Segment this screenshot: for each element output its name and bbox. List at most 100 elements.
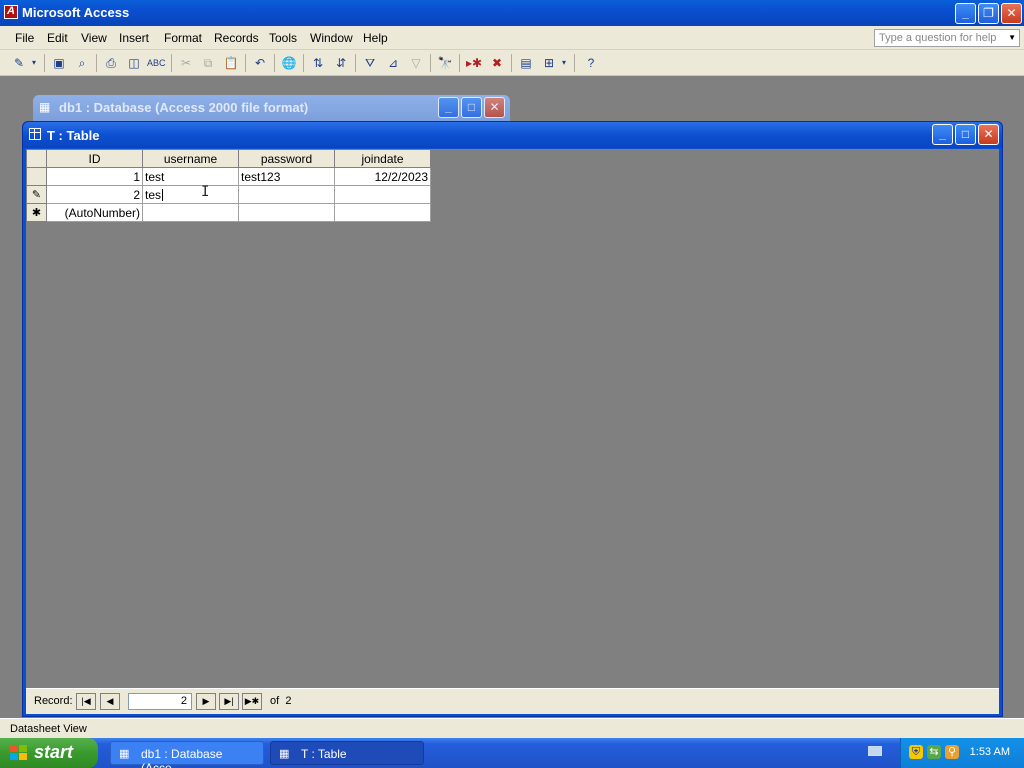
sort-ascending-icon[interactable]: ⇅ bbox=[309, 54, 327, 72]
select-all-corner[interactable] bbox=[26, 149, 47, 168]
sort-descending-icon[interactable]: ⇵ bbox=[332, 54, 350, 72]
insert-hyperlink-icon[interactable]: 🌐 bbox=[280, 54, 298, 72]
app-restore-button[interactable]: ❐ bbox=[978, 3, 999, 24]
print-preview-icon[interactable]: ◫ bbox=[125, 54, 143, 72]
copy-icon[interactable]: ⧉ bbox=[199, 54, 217, 72]
table-window-titlebar[interactable]: T : Table _ □ ✕ bbox=[23, 122, 1002, 148]
table-icon bbox=[29, 128, 41, 140]
db-maximize-button[interactable]: □ bbox=[461, 97, 482, 118]
filter-by-form-icon[interactable]: ⊿ bbox=[384, 54, 402, 72]
new-object-icon[interactable]: ⊞ bbox=[540, 54, 558, 72]
chevron-down-icon[interactable]: ▾ bbox=[30, 54, 38, 72]
joindate-cell[interactable]: 12/2/2023 bbox=[334, 167, 431, 186]
database-window-icon[interactable]: ▤ bbox=[517, 54, 535, 72]
next-record-button[interactable]: ▶ bbox=[196, 693, 216, 710]
record-count: of 2 bbox=[270, 695, 291, 707]
menu-insert[interactable]: Insert bbox=[119, 31, 149, 45]
clock[interactable]: 1:53 AM bbox=[970, 746, 1010, 758]
taskbar-item-label: db1 : Database (Acce... bbox=[141, 747, 223, 768]
current-record-input[interactable]: 2 bbox=[128, 693, 192, 710]
taskbar-item-table[interactable]: ▦ T : Table bbox=[270, 741, 424, 765]
search-file-icon[interactable]: ⌕ bbox=[73, 54, 91, 72]
password-cell[interactable] bbox=[238, 185, 335, 204]
windows-logo-icon bbox=[10, 745, 28, 761]
record-total: 2 bbox=[285, 695, 292, 707]
username-cell[interactable]: test bbox=[142, 167, 239, 186]
chevron-down-icon[interactable]: ▾ bbox=[560, 54, 568, 72]
start-button[interactable]: start bbox=[0, 738, 98, 768]
first-record-button[interactable]: |◀ bbox=[76, 693, 96, 710]
table-icon: ▦ bbox=[279, 748, 290, 760]
header-row: ID username password joindate bbox=[26, 149, 431, 168]
toolbar: ✎ ▾ ▣ ⌕ ⎙ ◫ ABC ✂ ⧉ 📋 ↶ 🌐 ⇅ ⇵ ⛛ ⊿ ▽ 🔭 ▸✱… bbox=[0, 50, 1024, 76]
username-cell[interactable] bbox=[142, 203, 239, 222]
database-icon: ▦ bbox=[119, 748, 130, 760]
table-window: T : Table _ □ ✕ ID username password joi… bbox=[22, 121, 1003, 717]
access-app-icon[interactable] bbox=[4, 5, 18, 19]
find-icon[interactable]: 🔭 bbox=[436, 54, 454, 72]
password-cell[interactable]: test123 bbox=[238, 167, 335, 186]
help-icon[interactable]: ? bbox=[582, 54, 600, 72]
menu-edit[interactable]: Edit bbox=[47, 31, 68, 45]
ask-question-box[interactable]: Type a question for help ▼ bbox=[874, 29, 1020, 47]
app-titlebar: Microsoft Access _ ❐ ✕ bbox=[0, 0, 1024, 26]
undo-icon[interactable]: ↶ bbox=[251, 54, 269, 72]
last-record-button[interactable]: ▶| bbox=[219, 693, 239, 710]
id-cell[interactable]: 1 bbox=[46, 167, 143, 186]
app-minimize-button[interactable]: _ bbox=[955, 3, 976, 24]
system-tray: ⛨ ⇆ ⚲ 1:53 AM bbox=[900, 738, 1024, 768]
table-minimize-button[interactable]: _ bbox=[932, 124, 953, 145]
database-icon: ▦ bbox=[39, 100, 51, 114]
joindate-cell[interactable] bbox=[334, 203, 431, 222]
menu-window[interactable]: Window bbox=[310, 31, 353, 45]
record-of-label: of bbox=[270, 695, 280, 707]
column-header-id[interactable]: ID bbox=[46, 149, 143, 168]
menu-view[interactable]: View bbox=[81, 31, 107, 45]
apply-filter-icon[interactable]: ▽ bbox=[407, 54, 425, 72]
id-cell[interactable]: 2 bbox=[46, 185, 143, 204]
record-selector[interactable] bbox=[26, 167, 47, 186]
spelling-icon[interactable]: ABC bbox=[147, 54, 166, 72]
delete-record-icon[interactable]: ✖ bbox=[488, 54, 506, 72]
menu-file[interactable]: File bbox=[15, 31, 34, 45]
datasheet-area: ID username password joindate 1 test tes… bbox=[26, 149, 999, 688]
id-cell[interactable]: (AutoNumber) bbox=[46, 203, 143, 222]
column-header-password[interactable]: password bbox=[238, 149, 335, 168]
column-header-joindate[interactable]: joindate bbox=[334, 149, 431, 168]
filter-by-selection-icon[interactable]: ⛛ bbox=[361, 54, 379, 72]
record-navigation-bar: Record: |◀ ◀ 2 ▶ ▶| ▶✱ of 2 bbox=[26, 688, 999, 714]
pencil-icon[interactable]: ✎ bbox=[26, 185, 47, 204]
taskbar-item-database[interactable]: ▦ db1 : Database (Acce... bbox=[110, 741, 264, 768]
cut-icon[interactable]: ✂ bbox=[177, 54, 195, 72]
keyboard-icon[interactable] bbox=[868, 746, 882, 756]
save-icon[interactable]: ▣ bbox=[50, 54, 68, 72]
table-maximize-button[interactable]: □ bbox=[955, 124, 976, 145]
table-window-title: T : Table bbox=[47, 128, 100, 143]
joindate-cell[interactable] bbox=[334, 185, 431, 204]
security-shield-icon[interactable]: ⛨ bbox=[909, 745, 923, 759]
db-minimize-button[interactable]: _ bbox=[438, 97, 459, 118]
menu-help[interactable]: Help bbox=[363, 31, 388, 45]
network-icon[interactable]: ⇆ bbox=[927, 745, 941, 759]
chevron-down-icon[interactable]: ▼ bbox=[1008, 33, 1016, 42]
password-cell[interactable] bbox=[238, 203, 335, 222]
design-view-icon[interactable]: ✎ bbox=[10, 54, 28, 72]
previous-record-button[interactable]: ◀ bbox=[100, 693, 120, 710]
menu-format[interactable]: Format bbox=[164, 31, 202, 45]
new-record-asterisk-icon[interactable]: ✱ bbox=[26, 203, 47, 222]
new-record-icon[interactable]: ▸✱ bbox=[465, 54, 483, 72]
menu-tools[interactable]: Tools bbox=[269, 31, 297, 45]
paste-icon[interactable]: 📋 bbox=[222, 54, 240, 72]
database-window[interactable]: ▦ db1 : Database (Access 2000 file forma… bbox=[33, 95, 510, 121]
column-header-username[interactable]: username bbox=[142, 149, 239, 168]
print-icon[interactable]: ⎙ bbox=[102, 54, 120, 72]
username-cell-editing[interactable]: tes bbox=[142, 185, 239, 204]
new-record-nav-button[interactable]: ▶✱ bbox=[242, 693, 262, 710]
taskbar-item-label: T : Table bbox=[301, 747, 347, 761]
menu-records[interactable]: Records bbox=[214, 31, 259, 45]
table-close-button[interactable]: ✕ bbox=[978, 124, 999, 145]
search-icon[interactable]: ⚲ bbox=[945, 745, 959, 759]
db-close-button[interactable]: ✕ bbox=[484, 97, 505, 118]
text-caret bbox=[162, 189, 164, 202]
app-close-button[interactable]: ✕ bbox=[1001, 3, 1022, 24]
